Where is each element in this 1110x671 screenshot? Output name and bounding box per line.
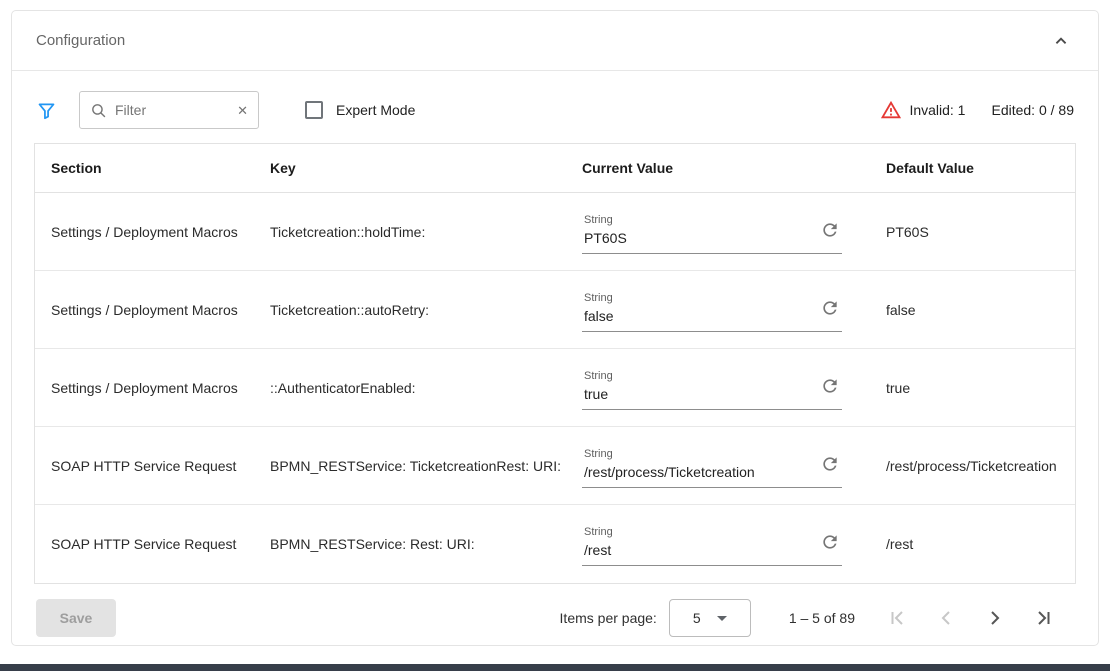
page-range-label: 1 – 5 of 89 — [789, 610, 855, 626]
items-per-page-label: Items per page: — [560, 610, 657, 626]
pagination-controls — [885, 606, 1056, 630]
cell-section: SOAP HTTP Service Request — [35, 458, 254, 474]
panel-footer: Save Items per page: 5 1 – 5 of 89 — [12, 584, 1098, 637]
table-row: SOAP HTTP Service Request BPMN_RESTServi… — [35, 427, 1075, 505]
page: Configuration ✕ Expert Mode — [0, 0, 1110, 671]
value-type-label: String — [584, 448, 814, 460]
refresh-icon — [820, 532, 840, 552]
refresh-icon — [820, 376, 840, 396]
table-row: Settings / Deployment Macros Ticketcreat… — [35, 271, 1075, 349]
filter-funnel-button[interactable] — [36, 100, 57, 121]
edited-count: Edited: 0 / 89 — [991, 102, 1074, 118]
cell-current-value: String false — [566, 288, 870, 332]
cell-section: Settings / Deployment Macros — [35, 380, 254, 396]
panel-title: Configuration — [36, 32, 125, 49]
cell-section: Settings / Deployment Macros — [35, 302, 254, 318]
filter-input[interactable] — [115, 102, 229, 118]
cell-default-value: PT60S — [870, 224, 1075, 240]
warning-icon — [880, 99, 902, 121]
chevron-up-icon — [1050, 30, 1072, 52]
checkbox-icon[interactable] — [305, 101, 323, 119]
paginator: Items per page: 5 1 – 5 of 89 — [560, 599, 1056, 637]
last-page-icon — [1032, 606, 1056, 630]
current-value-input[interactable]: /rest/process/Ticketcreation — [584, 464, 814, 480]
table-row: Settings / Deployment Macros ::Authentic… — [35, 349, 1075, 427]
current-value-field[interactable]: String PT60S — [582, 210, 842, 254]
cell-key: BPMN_RESTService: Rest: URI: — [254, 536, 566, 552]
bottom-bar — [0, 664, 1110, 671]
column-header-section: Section — [35, 160, 254, 176]
table-row: Settings / Deployment Macros Ticketcreat… — [35, 193, 1075, 271]
value-type-label: String — [584, 370, 814, 382]
cell-key: Ticketcreation::autoRetry: — [254, 302, 566, 318]
next-page-icon — [983, 606, 1007, 630]
expert-mode-label: Expert Mode — [336, 102, 415, 118]
refresh-icon — [820, 298, 840, 318]
reset-value-button[interactable] — [820, 376, 840, 396]
reset-value-button[interactable] — [820, 220, 840, 240]
page-size-value: 5 — [693, 610, 701, 626]
current-value-field[interactable]: String /rest/process/Ticketcreation — [582, 444, 842, 488]
dropdown-caret-icon — [717, 616, 727, 621]
panel-header: Configuration — [12, 11, 1098, 71]
current-value-input[interactable]: true — [584, 386, 814, 402]
current-value-field[interactable]: String false — [582, 288, 842, 332]
current-value-input[interactable]: false — [584, 308, 814, 324]
table-header-row: Section Key Current Value Default Value — [35, 144, 1075, 193]
configuration-panel: Configuration ✕ Expert Mode — [11, 10, 1099, 646]
collapse-panel-button[interactable] — [1050, 30, 1072, 52]
refresh-icon — [820, 220, 840, 240]
cell-section: SOAP HTTP Service Request — [35, 536, 254, 552]
cell-current-value: String /rest — [566, 522, 870, 566]
column-header-current-value: Current Value — [566, 160, 870, 176]
current-value-field[interactable]: String /rest — [582, 522, 842, 566]
value-type-label: String — [584, 292, 814, 304]
page-size-select[interactable]: 5 — [669, 599, 751, 637]
invalid-count: Invalid: 1 — [909, 102, 965, 118]
cell-default-value: /rest — [870, 536, 1075, 552]
next-page-button[interactable] — [983, 606, 1007, 630]
status-group: Invalid: 1 Edited: 0 / 89 — [880, 99, 1074, 121]
toolbar: ✕ Expert Mode Invalid: 1 Edited: 0 / 89 — [12, 71, 1098, 141]
last-page-button[interactable] — [1032, 606, 1056, 630]
expert-mode-toggle[interactable]: Expert Mode — [305, 101, 415, 119]
search-icon — [90, 102, 107, 119]
filter-field: ✕ — [79, 91, 259, 129]
value-type-label: String — [584, 214, 814, 226]
cell-default-value: true — [870, 380, 1075, 396]
cell-default-value: /rest/process/Ticketcreation — [870, 458, 1075, 474]
column-header-default-value: Default Value — [870, 160, 1075, 176]
first-page-icon — [885, 606, 909, 630]
filter-funnel-icon — [36, 100, 57, 121]
reset-value-button[interactable] — [820, 532, 840, 552]
save-button[interactable]: Save — [36, 599, 116, 637]
current-value-input[interactable]: /rest — [584, 542, 814, 558]
previous-page-icon — [934, 606, 958, 630]
configuration-table: Section Key Current Value Default Value … — [34, 143, 1076, 584]
reset-value-button[interactable] — [820, 298, 840, 318]
cell-current-value: String /rest/process/Ticketcreation — [566, 444, 870, 488]
reset-value-button[interactable] — [820, 454, 840, 474]
previous-page-button[interactable] — [934, 606, 958, 630]
clear-filter-icon[interactable]: ✕ — [237, 104, 248, 117]
cell-current-value: String true — [566, 366, 870, 410]
value-type-label: String — [584, 526, 814, 538]
cell-key: ::AuthenticatorEnabled: — [254, 380, 566, 396]
column-header-key: Key — [254, 160, 566, 176]
refresh-icon — [820, 454, 840, 474]
cell-key: Ticketcreation::holdTime: — [254, 224, 566, 240]
cell-section: Settings / Deployment Macros — [35, 224, 254, 240]
cell-key: BPMN_RESTService: TicketcreationRest: UR… — [254, 458, 566, 474]
table-row: SOAP HTTP Service Request BPMN_RESTServi… — [35, 505, 1075, 583]
current-value-input[interactable]: PT60S — [584, 230, 814, 246]
cell-default-value: false — [870, 302, 1075, 318]
cell-current-value: String PT60S — [566, 210, 870, 254]
current-value-field[interactable]: String true — [582, 366, 842, 410]
first-page-button[interactable] — [885, 606, 909, 630]
